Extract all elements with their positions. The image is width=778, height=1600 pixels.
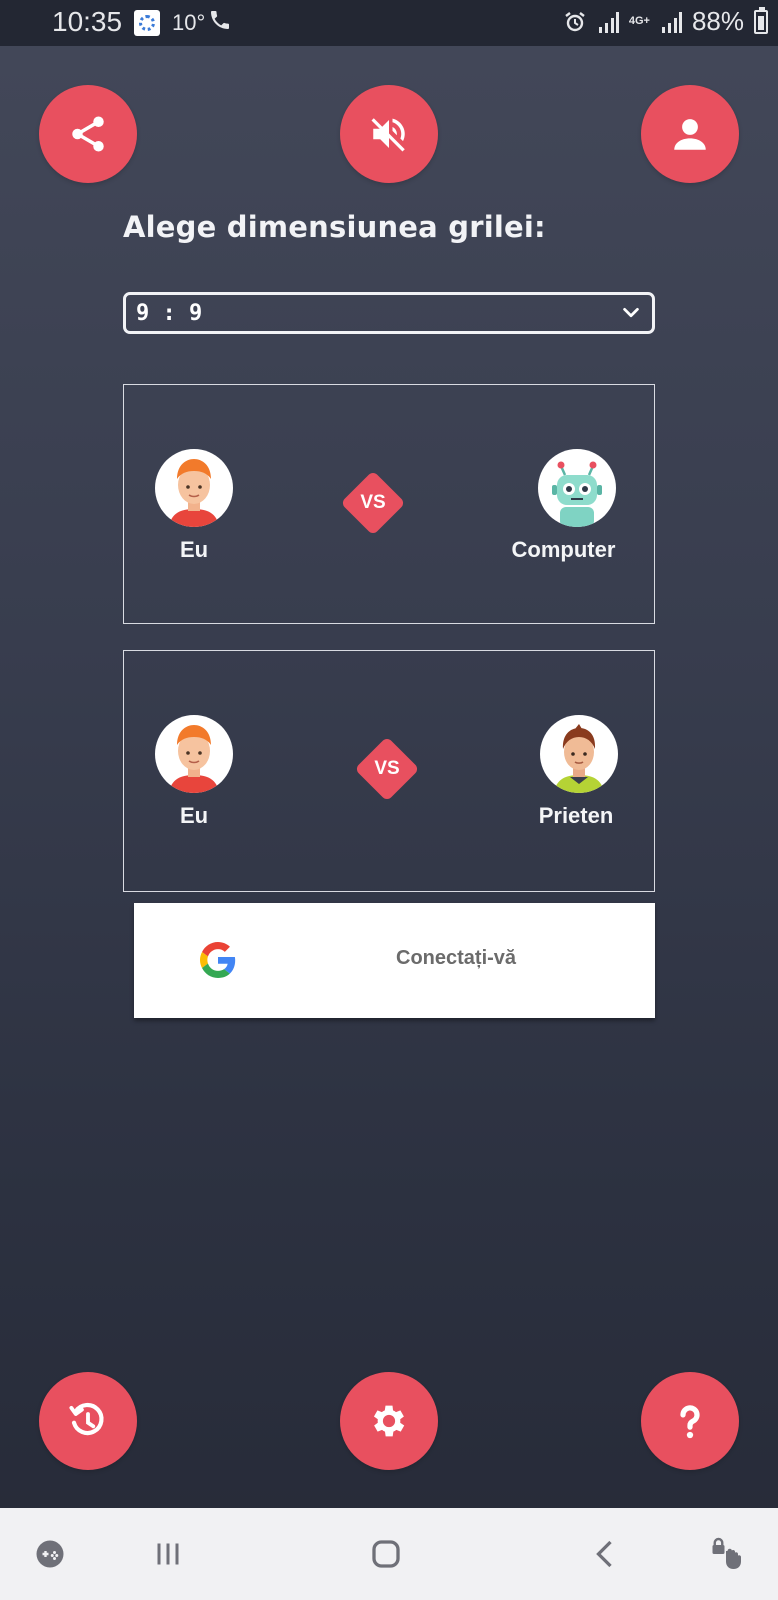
sound-toggle-button[interactable] bbox=[340, 85, 438, 183]
signal-icon-2 bbox=[660, 11, 682, 33]
back-button[interactable] bbox=[588, 1536, 624, 1572]
grid-size-value: 9 : 9 bbox=[136, 300, 203, 326]
status-temperature: 10° bbox=[172, 10, 206, 35]
settings-button[interactable] bbox=[340, 1372, 438, 1470]
person-icon bbox=[674, 119, 706, 150]
recent-apps-icon bbox=[157, 1543, 179, 1565]
notification-app-icon bbox=[134, 10, 160, 36]
avatar-friend-icon bbox=[540, 715, 618, 793]
vs-label-2: VS bbox=[374, 758, 400, 779]
player-computer-name: Computer bbox=[511, 537, 616, 562]
vs-badge-2: VS bbox=[354, 736, 420, 802]
grid-size-select[interactable]: 9 : 9 bbox=[123, 292, 655, 334]
signal-icon bbox=[597, 11, 619, 33]
player-friend: Prieten bbox=[534, 715, 618, 829]
player-me-name: Eu bbox=[179, 537, 209, 562]
player-me-name-2: Eu bbox=[179, 803, 209, 828]
player-friend-name: Prieten bbox=[538, 803, 614, 828]
network-type: 4G+ bbox=[628, 15, 650, 27]
vs-badge: VS bbox=[340, 470, 406, 536]
touch-lock-button[interactable] bbox=[708, 1536, 744, 1572]
battery-percent: 88% bbox=[691, 6, 744, 36]
help-icon bbox=[680, 1405, 700, 1439]
status-bar: 10:35 10° 4G+ 88% bbox=[0, 0, 778, 46]
history-icon bbox=[69, 1402, 104, 1436]
gear-icon bbox=[373, 1405, 405, 1437]
google-signin-button[interactable]: Conectați-vă bbox=[134, 903, 655, 1018]
status-time: 10:35 bbox=[52, 6, 123, 37]
volume-off-icon bbox=[371, 118, 405, 152]
back-icon bbox=[596, 1540, 612, 1568]
share-icon bbox=[72, 116, 104, 152]
lock-touch-icon bbox=[712, 1537, 741, 1569]
status-right: 4G+ 88% bbox=[563, 6, 768, 37]
avatar-robot-icon bbox=[538, 449, 616, 527]
avatar-me-icon-2 bbox=[155, 715, 233, 793]
google-signin-label: Conectați-vă bbox=[396, 947, 517, 969]
home-button[interactable] bbox=[368, 1536, 404, 1572]
history-button[interactable] bbox=[39, 1372, 137, 1470]
vs-label: VS bbox=[360, 492, 386, 513]
google-logo-icon bbox=[200, 942, 236, 978]
recent-apps-button[interactable] bbox=[150, 1536, 186, 1572]
home-icon bbox=[372, 1540, 400, 1568]
player-computer: Computer bbox=[511, 449, 616, 563]
player-me: Eu bbox=[155, 449, 233, 563]
help-button[interactable] bbox=[641, 1372, 739, 1470]
alarm-icon bbox=[565, 11, 585, 31]
gamepad-icon bbox=[36, 1540, 64, 1568]
system-nav-bar bbox=[0, 1508, 778, 1600]
game-launcher-button[interactable] bbox=[32, 1536, 68, 1572]
player-me-2: Eu bbox=[155, 715, 233, 829]
battery-icon bbox=[754, 6, 768, 34]
mode-vs-friend-card[interactable]: Eu VS Prieten bbox=[123, 650, 655, 892]
share-button[interactable] bbox=[39, 85, 137, 183]
phone-icon bbox=[211, 11, 229, 29]
grid-size-prompt: Alege dimensiunea grilei: bbox=[123, 210, 546, 244]
avatar-me-icon bbox=[155, 449, 233, 527]
profile-button[interactable] bbox=[641, 85, 739, 183]
mode-vs-computer-card[interactable]: Eu VS Computer bbox=[123, 384, 655, 624]
chevron-down-icon bbox=[623, 307, 639, 318]
